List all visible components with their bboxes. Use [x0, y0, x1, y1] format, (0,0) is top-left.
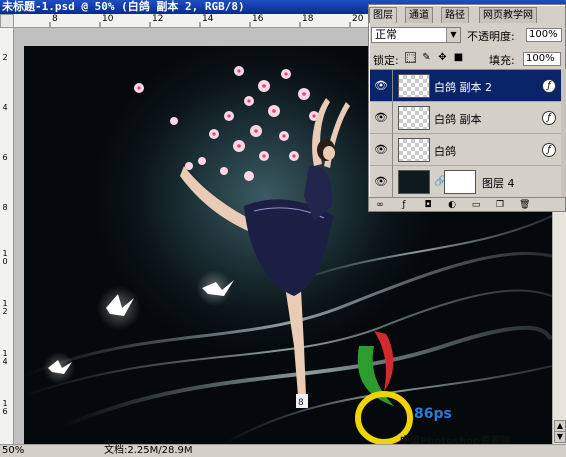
trash-icon[interactable]: 🗑 [519, 200, 530, 210]
lock-row: 锁定: ⬚ ✎ ✥ ■ 填充: 100% [371, 51, 565, 67]
lock-brush-icon[interactable]: ✎ [421, 52, 432, 63]
layer-thumbnail [398, 74, 430, 98]
layer-name[interactable]: 白鸽 [434, 143, 456, 159]
layer-name[interactable]: 白鸽 副本 [434, 111, 482, 127]
layer-thumbnail [398, 106, 430, 130]
ruler-label: 4 [2, 357, 8, 366]
opacity-label: 不透明度: [467, 30, 515, 43]
layer-list-scrollbar[interactable] [561, 69, 566, 197]
divider [392, 102, 393, 134]
ruler-label: 2 [2, 53, 8, 62]
ruler-label: 0 [2, 257, 8, 266]
ruler-origin[interactable] [0, 14, 14, 28]
panel-bottom-toolbar: ∞ ƒ ◘ ◐ ▭ ❐ 🗑 [369, 197, 565, 211]
vertical-ruler[interactable]: 2 4 6 8 1 0 1 2 1 4 1 6 [0, 14, 14, 444]
fill-label: 填充: [489, 54, 515, 67]
layer-row[interactable]: 👁 白鸽 ƒ [370, 134, 562, 166]
layer-mask-thumbnail[interactable] [444, 170, 476, 194]
tab-site-label[interactable]: 网页教学网 [479, 7, 537, 23]
panel-tabs: 图层 通道 路径 网页教学网 [369, 7, 565, 23]
lock-transparency-icon[interactable]: ⬚ [405, 52, 416, 64]
logo-text: 86ps [414, 406, 452, 422]
layer-effects-icon[interactable]: ƒ [542, 79, 556, 93]
opacity-input[interactable]: 100% [526, 28, 562, 42]
ruler-label: 12 [152, 14, 164, 24]
ruler-label: 8 [52, 14, 58, 24]
divider [392, 134, 393, 166]
fill-input[interactable]: 100% [523, 52, 561, 66]
status-bar: 50% 文档:2.25M/28.9M [0, 444, 566, 456]
layer-name[interactable]: 图层 4 [482, 175, 515, 191]
svg-text:8: 8 [298, 398, 304, 408]
lock-label: 锁定: [373, 54, 399, 67]
eye-icon[interactable]: 👁 [374, 112, 388, 124]
layers-panel: 图层 通道 路径 网页教学网 正常 ▼ 不透明度: 100% 锁定: ⬚ ✎ ✥… [368, 4, 566, 212]
document-size-info[interactable]: 文档:2.25M/28.9M [104, 445, 193, 457]
layer-effects-icon[interactable]: ƒ [542, 111, 556, 125]
layer-row[interactable]: 👁 🔗 图层 4 [370, 166, 562, 198]
eye-icon[interactable]: 👁 [374, 176, 388, 188]
new-layer-icon[interactable]: ❐ [495, 200, 505, 210]
lock-all-icon[interactable]: ■ [453, 52, 464, 63]
divider [392, 70, 393, 102]
layer-name[interactable]: 白鸽 副本 2 [434, 79, 492, 95]
layer-thumbnail [398, 138, 430, 162]
ruler-label: 14 [202, 14, 214, 24]
blend-row: 正常 ▼ 不透明度: 100% [371, 25, 565, 45]
layer-effects-icon[interactable]: ƒ [542, 143, 556, 157]
ruler-label: 8 [2, 203, 8, 212]
divider [392, 166, 393, 198]
blend-mode-select[interactable]: 正常 ▼ [371, 27, 461, 43]
new-group-icon[interactable]: ▭ [471, 200, 481, 210]
link-layers-icon[interactable]: ∞ [375, 200, 385, 210]
adjustment-layer-icon[interactable]: ◐ [447, 200, 457, 210]
blend-mode-value: 正常 [375, 28, 397, 41]
layer-thumbnail [398, 170, 430, 194]
eye-icon[interactable]: 👁 [374, 80, 388, 92]
ruler-label: 18 [302, 14, 314, 24]
document-title: 未标题-1.psd @ 50% (白鸽 副本 2, RGB/8) [2, 0, 245, 13]
scroll-down-icon[interactable]: ▼ [554, 431, 566, 443]
tab-paths[interactable]: 路径 [441, 7, 469, 23]
ruler-label: 2 [2, 307, 8, 316]
add-mask-icon[interactable]: ◘ [423, 200, 433, 210]
add-style-icon[interactable]: ƒ [399, 200, 409, 210]
flower-cluster [134, 66, 319, 181]
ballerina-figure: 8 [180, 98, 350, 408]
ruler-label: 16 [252, 14, 264, 24]
ruler-label: 6 [2, 407, 8, 416]
eye-icon[interactable]: 👁 [374, 144, 388, 156]
layer-row[interactable]: 👁 白鸽 副本 ƒ [370, 102, 562, 134]
tab-layers[interactable]: 图层 [369, 7, 397, 23]
ruler-label: 20 [352, 14, 364, 24]
ruler-label: 10 [102, 14, 114, 24]
ruler-label: 6 [2, 153, 8, 162]
layer-row[interactable]: 👁 白鸽 副本 2 ƒ [370, 70, 562, 102]
lock-move-icon[interactable]: ✥ [437, 52, 448, 63]
zoom-level[interactable]: 50% [2, 445, 24, 457]
ruler-label: 4 [2, 103, 8, 112]
chevron-down-icon[interactable]: ▼ [446, 28, 460, 42]
tab-channels[interactable]: 通道 [405, 7, 433, 23]
layer-list: 👁 白鸽 副本 2 ƒ 👁 白鸽 副本 ƒ 👁 白鸽 ƒ 👁 🔗 图层 4 [370, 69, 566, 198]
